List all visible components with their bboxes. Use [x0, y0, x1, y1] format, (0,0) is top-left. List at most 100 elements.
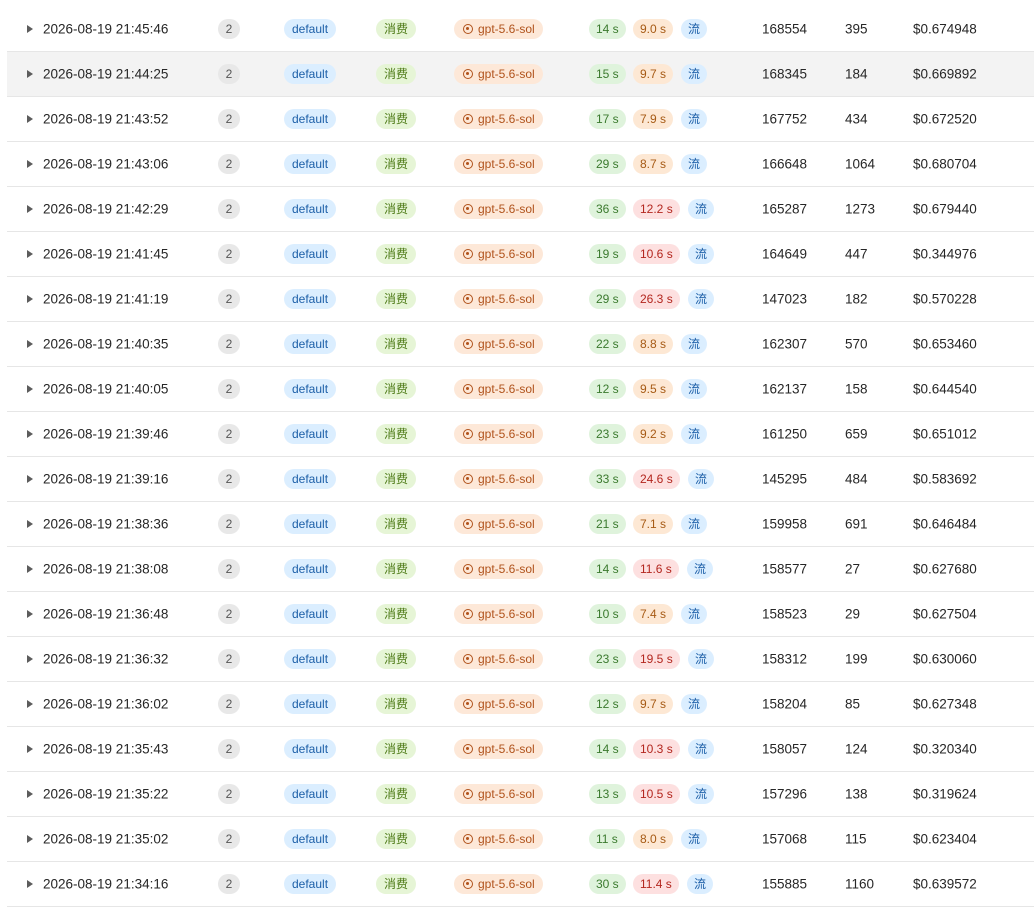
model-tag[interactable]: gpt-5.6-sol [454, 874, 543, 894]
model-tag[interactable]: gpt-5.6-sol [454, 289, 543, 309]
output-tokens: 447 [845, 246, 868, 262]
caret-right-icon[interactable] [27, 745, 33, 753]
model-tag[interactable]: gpt-5.6-sol [454, 19, 543, 39]
table-row[interactable]: 2026-08-19 21:42:29 2 default 消费 gpt-5.6-sol… [7, 187, 1034, 232]
request-time: 2026-08-19 21:40:05 [43, 381, 169, 397]
caret-right-icon[interactable] [27, 655, 33, 663]
model-tag[interactable]: gpt-5.6-sol [454, 604, 543, 624]
model-tag[interactable]: gpt-5.6-sol [454, 199, 543, 219]
duration-tag: 12 s [589, 694, 626, 714]
model-name: gpt-5.6-sol [478, 157, 535, 171]
openai-icon [463, 789, 473, 799]
cost-value: $0.644540 [913, 381, 977, 397]
table-row[interactable]: 2026-08-19 21:35:22 2 default 消费 gpt-5.6-sol… [7, 772, 1034, 817]
model-tag[interactable]: gpt-5.6-sol [454, 379, 543, 399]
table-row[interactable]: 2026-08-19 21:41:19 2 default 消费 gpt-5.6-sol… [7, 277, 1034, 322]
table-row[interactable]: 2026-08-19 21:40:05 2 default 消费 gpt-5.6-sol… [7, 367, 1034, 412]
first-token-time-tag: 9.7 s [633, 694, 674, 714]
group-tag: default [284, 199, 337, 219]
model-tag[interactable]: gpt-5.6-sol [454, 334, 543, 354]
first-token-time-tag: 9.7 s [633, 64, 674, 84]
model-tag[interactable]: gpt-5.6-sol [454, 694, 543, 714]
table-row[interactable]: 2026-08-19 21:45:46 2 default 消费 gpt-5.6-sol… [7, 7, 1034, 52]
table-row[interactable]: 2026-08-19 21:41:45 2 default 消费 gpt-5.6-sol… [7, 232, 1034, 277]
table-row[interactable]: 2026-08-19 21:43:06 2 default 消费 gpt-5.6-sol… [7, 142, 1034, 187]
caret-right-icon[interactable] [27, 340, 33, 348]
table-row[interactable]: 2026-08-19 21:36:32 2 default 消费 gpt-5.6-sol… [7, 637, 1034, 682]
first-token-time-tag: 12.2 s [633, 199, 680, 219]
output-tokens: 691 [845, 516, 868, 532]
caret-right-icon[interactable] [27, 475, 33, 483]
first-token-time-tag: 7.9 s [633, 109, 674, 129]
caret-right-icon[interactable] [27, 205, 33, 213]
caret-right-icon[interactable] [27, 880, 33, 888]
caret-right-icon[interactable] [27, 520, 33, 528]
stream-tag: 流 [681, 604, 708, 624]
table-row[interactable]: 2026-08-19 21:36:02 2 default 消费 gpt-5.6-sol… [7, 682, 1034, 727]
table-row[interactable]: 2026-08-19 21:39:46 2 default 消费 gpt-5.6-sol… [7, 412, 1034, 457]
retry-count-badge: 2 [218, 379, 240, 399]
caret-right-icon[interactable] [27, 835, 33, 843]
model-tag[interactable]: gpt-5.6-sol [454, 244, 543, 264]
request-time: 2026-08-19 21:44:25 [43, 66, 169, 82]
table-row[interactable]: 2026-08-19 21:35:02 2 default 消费 gpt-5.6-sol… [7, 817, 1034, 862]
table-row[interactable]: 2026-08-19 21:38:08 2 default 消费 gpt-5.6-sol… [7, 547, 1034, 592]
caret-right-icon[interactable] [27, 700, 33, 708]
caret-right-icon[interactable] [27, 295, 33, 303]
caret-right-icon[interactable] [27, 25, 33, 33]
request-time: 2026-08-19 21:34:16 [43, 876, 169, 892]
cost-value: $0.651012 [913, 426, 977, 442]
first-token-time-tag: 10.5 s [633, 784, 680, 804]
model-tag[interactable]: gpt-5.6-sol [454, 109, 543, 129]
table-row[interactable]: 2026-08-19 21:36:48 2 default 消费 gpt-5.6-sol… [7, 592, 1034, 637]
openai-icon [463, 24, 473, 34]
duration-tag: 11 s [589, 829, 625, 849]
caret-right-icon[interactable] [27, 790, 33, 798]
stream-tag: 流 [687, 874, 714, 894]
caret-right-icon[interactable] [27, 565, 33, 573]
model-tag[interactable]: gpt-5.6-sol [454, 829, 543, 849]
caret-right-icon[interactable] [27, 160, 33, 168]
stream-tag: 流 [681, 154, 708, 174]
request-time: 2026-08-19 21:35:02 [43, 831, 169, 847]
cost-value: $0.319624 [913, 786, 977, 802]
model-tag[interactable]: gpt-5.6-sol [454, 154, 543, 174]
table-row[interactable]: 2026-08-19 21:40:35 2 default 消费 gpt-5.6-sol… [7, 322, 1034, 367]
request-time: 2026-08-19 21:43:52 [43, 111, 169, 127]
model-tag[interactable]: gpt-5.6-sol [454, 649, 543, 669]
table-row[interactable]: 2026-08-19 21:44:25 2 default 消费 gpt-5.6-sol… [7, 52, 1034, 97]
table-row[interactable]: 2026-08-19 21:38:36 2 default 消费 gpt-5.6-sol… [7, 502, 1034, 547]
table-row[interactable]: 2026-08-19 21:43:52 2 default 消费 gpt-5.6-sol… [7, 97, 1034, 142]
openai-icon [463, 249, 473, 259]
model-name: gpt-5.6-sol [478, 742, 535, 756]
model-name: gpt-5.6-sol [478, 67, 535, 81]
table-row[interactable]: 2026-08-19 21:35:43 2 default 消费 gpt-5.6-sol… [7, 727, 1034, 772]
model-tag[interactable]: gpt-5.6-sol [454, 64, 543, 84]
caret-right-icon[interactable] [27, 385, 33, 393]
stream-tag: 流 [688, 739, 715, 759]
log-type-tag: 消费 [376, 559, 417, 579]
model-tag[interactable]: gpt-5.6-sol [454, 514, 543, 534]
model-tag[interactable]: gpt-5.6-sol [454, 739, 543, 759]
table-row[interactable]: 2026-08-19 21:34:16 2 default 消费 gpt-5.6-sol… [7, 862, 1034, 907]
duration-tag: 21 s [589, 514, 626, 534]
log-type-tag: 消费 [376, 784, 417, 804]
model-tag[interactable]: gpt-5.6-sol [454, 469, 543, 489]
log-type-tag: 消费 [376, 199, 417, 219]
stream-tag: 流 [688, 469, 715, 489]
model-tag[interactable]: gpt-5.6-sol [454, 559, 543, 579]
caret-right-icon[interactable] [27, 430, 33, 438]
caret-right-icon[interactable] [27, 70, 33, 78]
cost-value: $0.627348 [913, 696, 977, 712]
caret-right-icon[interactable] [27, 250, 33, 258]
table-row[interactable]: 2026-08-19 21:39:16 2 default 消费 gpt-5.6-sol… [7, 457, 1034, 502]
model-tag[interactable]: gpt-5.6-sol [454, 424, 543, 444]
openai-icon [463, 744, 473, 754]
first-token-time-tag: 8.8 s [633, 334, 674, 354]
model-tag[interactable]: gpt-5.6-sol [454, 784, 543, 804]
cost-value: $0.653460 [913, 336, 977, 352]
log-type-tag: 消费 [376, 64, 417, 84]
caret-right-icon[interactable] [27, 115, 33, 123]
caret-right-icon[interactable] [27, 610, 33, 618]
retry-count-badge: 2 [218, 334, 240, 354]
